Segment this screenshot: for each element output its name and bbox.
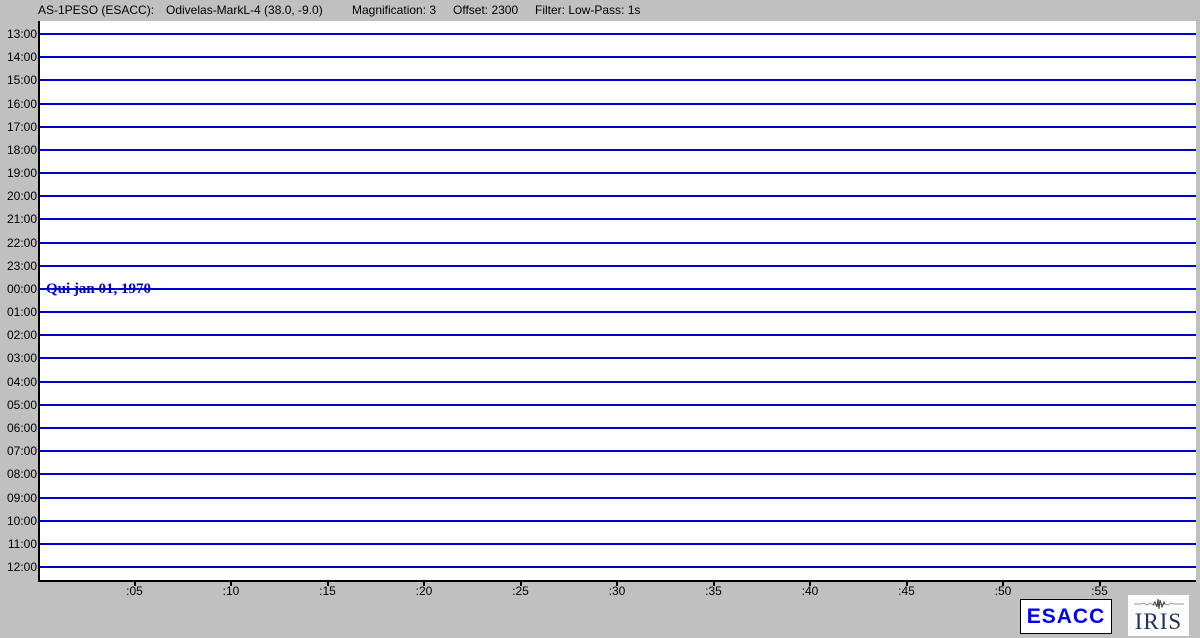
- hour-trace-line: [40, 427, 1196, 429]
- instrument-label: Odivelas-MarkL-4 (38.0, -9.0): [166, 3, 323, 17]
- hour-trace-line: [40, 195, 1196, 197]
- x-tick-label: :55: [1078, 584, 1122, 598]
- hour-label: 19:00: [0, 166, 37, 180]
- x-tick-label: :50: [981, 584, 1025, 598]
- station-id-label: AS-1PESO (ESACC):: [38, 3, 154, 17]
- hour-label: 17:00: [0, 120, 37, 134]
- hour-trace-line: [40, 242, 1196, 244]
- hour-trace-line: [40, 520, 1196, 522]
- hour-label: 18:00: [0, 143, 37, 157]
- x-tick-label: :45: [885, 584, 929, 598]
- iris-logo: IRIS: [1128, 595, 1189, 636]
- hour-label: 12:00: [0, 560, 37, 574]
- hour-label: 04:00: [0, 375, 37, 389]
- x-tick-label: :40: [788, 584, 832, 598]
- hour-label: 05:00: [0, 398, 37, 412]
- hour-trace-line: [40, 473, 1196, 475]
- hour-label: 09:00: [0, 491, 37, 505]
- hour-label: 16:00: [0, 97, 37, 111]
- x-tick-label: :05: [113, 584, 157, 598]
- hour-trace-line: [40, 334, 1196, 336]
- hour-trace-line: [40, 404, 1196, 406]
- esacc-logo-text: ESACC: [1027, 605, 1106, 629]
- hour-label: 15:00: [0, 73, 37, 87]
- helicorder-plot-area[interactable]: Qui jan 01, 1970: [38, 21, 1196, 582]
- hour-label: 01:00: [0, 305, 37, 319]
- magnification-readout: Magnification: 3: [352, 3, 436, 17]
- hour-trace-line: [40, 103, 1196, 105]
- hour-trace-line: [40, 566, 1196, 568]
- hour-label: 13:00: [0, 27, 37, 41]
- offset-readout: Offset: 2300: [453, 3, 518, 17]
- hour-label: 10:00: [0, 514, 37, 528]
- date-annotation: Qui jan 01, 1970: [46, 280, 151, 298]
- x-tick-label: :30: [595, 584, 639, 598]
- hour-label: 06:00: [0, 421, 37, 435]
- hour-trace-line: [40, 288, 1196, 290]
- hour-trace-line: [40, 56, 1196, 58]
- hour-label: 22:00: [0, 236, 37, 250]
- hour-trace-line: [40, 126, 1196, 128]
- hour-trace-line: [40, 218, 1196, 220]
- hour-trace-line: [40, 33, 1196, 35]
- filter-readout: Filter: Low-Pass: 1s: [535, 3, 640, 17]
- hour-label: 03:00: [0, 351, 37, 365]
- hour-label: 14:00: [0, 50, 37, 64]
- hour-trace-line: [40, 497, 1196, 499]
- hour-trace-line: [40, 265, 1196, 267]
- hour-trace-line: [40, 450, 1196, 452]
- hour-trace-line: [40, 543, 1196, 545]
- x-tick-label: :10: [209, 584, 253, 598]
- x-tick-label: :20: [402, 584, 446, 598]
- hour-label: 11:00: [0, 537, 37, 551]
- amaseis-helicorder-window: { "header": { "station": "AS-1PESO (ESAC…: [0, 0, 1200, 638]
- hour-label: 02:00: [0, 328, 37, 342]
- hour-trace-line: [40, 149, 1196, 151]
- x-tick-label: :15: [306, 584, 350, 598]
- hour-trace-line: [40, 311, 1196, 313]
- hour-trace-line: [40, 381, 1196, 383]
- hour-label: 07:00: [0, 444, 37, 458]
- hour-label: 08:00: [0, 467, 37, 481]
- hour-trace-line: [40, 357, 1196, 359]
- esacc-logo: ESACC: [1020, 599, 1112, 634]
- hour-label: 21:00: [0, 212, 37, 226]
- x-tick-label: :35: [692, 584, 736, 598]
- hour-trace-line: [40, 172, 1196, 174]
- hour-label: 20:00: [0, 189, 37, 203]
- hour-label: 00:00: [0, 282, 37, 296]
- hour-label: 23:00: [0, 259, 37, 273]
- x-tick-label: :25: [499, 584, 543, 598]
- iris-logo-text: IRIS: [1135, 610, 1182, 633]
- hour-trace-line: [40, 79, 1196, 81]
